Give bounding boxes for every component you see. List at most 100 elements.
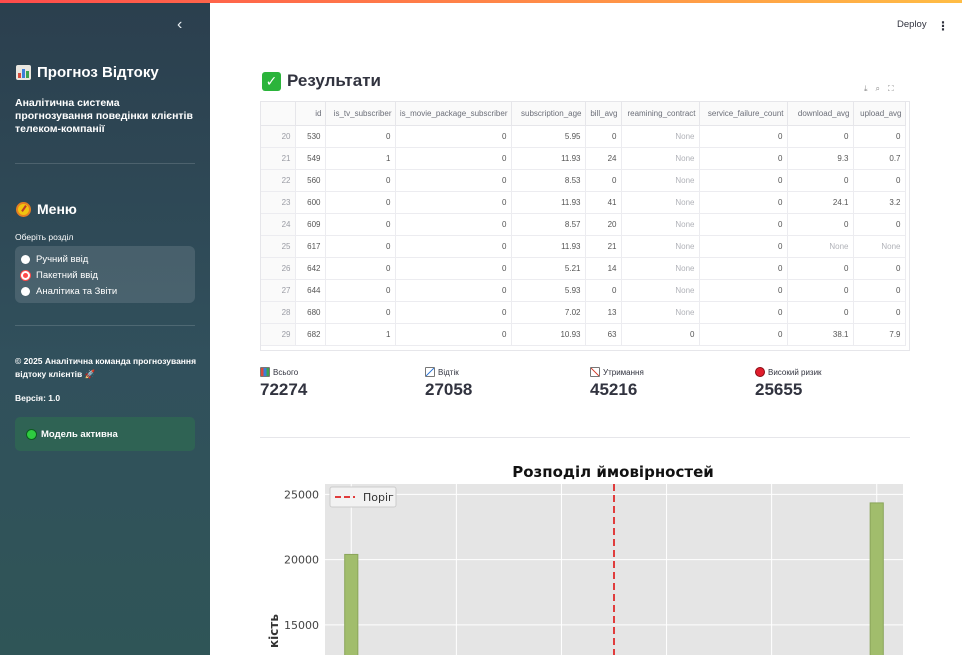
table-row[interactable]: 27 644 0 0 5.93 0 None 0 0 0 [261, 279, 906, 302]
table-cell[interactable]: None [621, 213, 700, 236]
table-cell[interactable]: None [621, 191, 700, 214]
table-cell[interactable]: 0 [699, 235, 788, 258]
table-cell[interactable]: 0 [585, 125, 622, 148]
column-header[interactable]: is_tv_subscriber [325, 102, 396, 126]
table-cell[interactable]: 0 [585, 169, 622, 192]
table-cell[interactable]: 5.93 [511, 279, 586, 302]
table-cell[interactable]: 0 [395, 125, 512, 148]
table-cell[interactable]: 680 [295, 301, 326, 324]
table-row[interactable]: 23 600 0 0 11.93 41 None 0 24.1 3.2 [261, 191, 906, 214]
table-cell[interactable]: 5.95 [511, 125, 586, 148]
table-cell[interactable]: 0 [395, 323, 512, 346]
table-row[interactable]: 26 642 0 0 5.21 14 None 0 0 0 [261, 257, 906, 280]
table-cell[interactable]: None [621, 147, 700, 170]
table-cell[interactable]: 0 [585, 279, 622, 302]
table-cell[interactable]: 0 [395, 257, 512, 280]
results-table[interactable]: id is_tv_subscriber is_movie_package_subsc… [260, 101, 910, 351]
table-cell[interactable]: 5.21 [511, 257, 586, 280]
table-cell[interactable]: 41 [585, 191, 622, 214]
table-cell[interactable]: 3.2 [853, 191, 906, 214]
table-cell[interactable]: 0 [699, 323, 788, 346]
table-row[interactable]: 24 609 0 0 8.57 20 None 0 0 0 [261, 213, 906, 236]
table-row[interactable]: 29 682 1 0 10.93 63 0 0 38.1 7.9 [261, 323, 906, 346]
main-menu-icon[interactable]: ⋮ [937, 19, 949, 33]
column-header[interactable]: upload_avg [853, 102, 906, 126]
table-cell[interactable]: None [621, 279, 700, 302]
table-cell[interactable]: 530 [295, 125, 326, 148]
table-row[interactable]: 25 617 0 0 11.93 21 None 0 None None [261, 235, 906, 258]
table-cell[interactable]: 24.1 [787, 191, 854, 214]
table-cell[interactable]: 0 [853, 125, 906, 148]
table-cell[interactable]: 0 [699, 257, 788, 280]
table-cell[interactable]: 0 [699, 301, 788, 324]
table-row[interactable]: 28 680 0 0 7.02 13 None 0 0 0 [261, 301, 906, 324]
column-header[interactable]: reamining_contract [621, 102, 700, 126]
table-cell[interactable]: 0 [787, 279, 854, 302]
table-cell[interactable]: 0 [699, 147, 788, 170]
table-cell[interactable]: 0 [325, 213, 396, 236]
table-cell[interactable]: 644 [295, 279, 326, 302]
table-cell[interactable]: 10.93 [511, 323, 586, 346]
table-cell[interactable]: 0 [853, 257, 906, 280]
table-cell[interactable]: 0 [621, 323, 700, 346]
download-icon[interactable]: ⤓ [864, 84, 868, 94]
table-cell[interactable]: None [621, 257, 700, 280]
table-cell[interactable]: 0 [395, 235, 512, 258]
table-cell[interactable]: 20 [585, 213, 622, 236]
table-cell[interactable]: None [787, 235, 854, 258]
table-cell[interactable]: 7.9 [853, 323, 906, 346]
radio-batch-input[interactable]: Пакетний ввід [21, 270, 98, 281]
table-cell[interactable]: 8.57 [511, 213, 586, 236]
table-cell[interactable]: None [621, 125, 700, 148]
table-cell[interactable]: 0 [699, 191, 788, 214]
column-header[interactable]: id [295, 102, 326, 126]
table-cell[interactable]: 11.93 [511, 235, 586, 258]
table-cell[interactable]: 63 [585, 323, 622, 346]
table-cell[interactable]: 7.02 [511, 301, 586, 324]
table-cell[interactable]: 0 [325, 257, 396, 280]
table-cell[interactable]: 0 [699, 125, 788, 148]
table-cell[interactable]: 0.7 [853, 147, 906, 170]
table-cell[interactable]: 0 [395, 191, 512, 214]
fullscreen-icon[interactable]: ⛶ [888, 84, 894, 94]
table-cell[interactable]: 11.93 [511, 191, 586, 214]
table-cell[interactable]: 0 [853, 301, 906, 324]
table-cell[interactable]: None [621, 235, 700, 258]
table-cell[interactable]: 21 [585, 235, 622, 258]
table-cell[interactable]: None [621, 301, 700, 324]
table-cell[interactable]: 0 [699, 213, 788, 236]
table-cell[interactable]: 609 [295, 213, 326, 236]
table-cell[interactable]: None [621, 169, 700, 192]
table-cell[interactable]: 1 [325, 323, 396, 346]
table-cell[interactable]: 0 [395, 301, 512, 324]
table-cell[interactable]: 0 [395, 169, 512, 192]
table-cell[interactable]: 0 [699, 279, 788, 302]
deploy-button[interactable]: Deploy [897, 19, 927, 30]
table-cell[interactable]: 9.3 [787, 147, 854, 170]
table-cell[interactable]: 11.93 [511, 147, 586, 170]
table-cell[interactable]: 0 [325, 125, 396, 148]
radio-analytics-reports[interactable]: Аналітика та Звіти [21, 286, 117, 297]
table-cell[interactable]: 14 [585, 257, 622, 280]
table-cell[interactable]: 600 [295, 191, 326, 214]
radio-manual-input[interactable]: Ручний ввід [21, 254, 88, 265]
table-cell[interactable]: 642 [295, 257, 326, 280]
table-cell[interactable]: 24 [585, 147, 622, 170]
table-cell[interactable]: 0 [787, 301, 854, 324]
table-cell[interactable]: 560 [295, 169, 326, 192]
table-cell[interactable]: 0 [699, 169, 788, 192]
table-cell[interactable]: 0 [395, 213, 512, 236]
column-header[interactable]: is_movie_package_subscriber [395, 102, 512, 126]
table-cell[interactable]: 682 [295, 323, 326, 346]
table-cell[interactable]: 0 [395, 147, 512, 170]
table-cell[interactable]: 0 [853, 169, 906, 192]
table-cell[interactable]: 617 [295, 235, 326, 258]
table-cell[interactable]: 0 [853, 279, 906, 302]
collapse-sidebar-icon[interactable]: ‹ [177, 16, 182, 34]
table-cell[interactable]: 0 [787, 213, 854, 236]
table-cell[interactable]: 0 [325, 301, 396, 324]
column-header[interactable]: subscription_age [511, 102, 586, 126]
table-cell[interactable]: 13 [585, 301, 622, 324]
table-cell[interactable]: 0 [325, 279, 396, 302]
table-row[interactable]: 20 530 0 0 5.95 0 None 0 0 0 [261, 125, 906, 148]
